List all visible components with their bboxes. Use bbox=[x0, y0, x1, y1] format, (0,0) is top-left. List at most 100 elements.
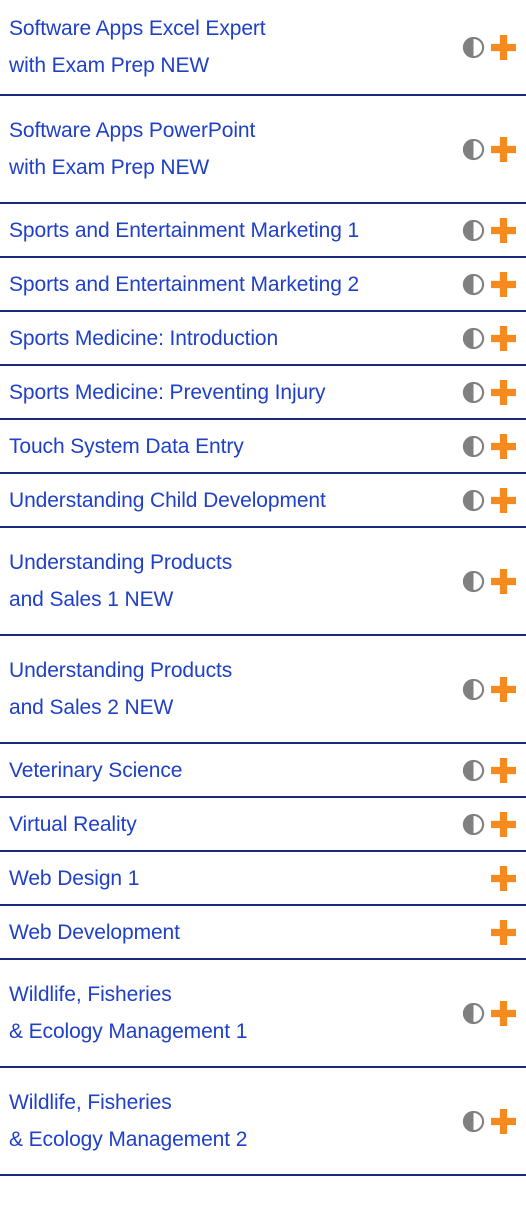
course-title[interactable]: Understanding Products and Sales 2 NEW bbox=[9, 652, 232, 726]
plus-icon[interactable] bbox=[491, 757, 516, 783]
course-actions bbox=[462, 379, 516, 405]
course-actions bbox=[462, 1000, 516, 1026]
course-row-sports-and-entertainment-marketing-1[interactable]: Sports and Entertainment Marketing 1 bbox=[0, 204, 526, 258]
half-circle-icon bbox=[462, 435, 485, 457]
course-title-line: Web Design 1 bbox=[9, 866, 140, 890]
course-row-understanding-child-development[interactable]: Understanding Child Development bbox=[0, 474, 526, 528]
course-title-line: Web Development bbox=[9, 920, 180, 944]
course-title[interactable]: Virtual Reality bbox=[9, 806, 137, 843]
plus-icon[interactable] bbox=[491, 865, 516, 891]
course-title-line: with Exam Prep NEW bbox=[9, 156, 210, 179]
plus-icon[interactable] bbox=[491, 487, 516, 513]
course-list: Software Apps Excel Expert with Exam Prep… bbox=[0, 0, 526, 1176]
course-row-veterinary-science[interactable]: Veterinary Science bbox=[0, 744, 526, 798]
course-title-line: Sports and Entertainment Marketing 1 bbox=[9, 218, 360, 242]
course-title-line: Software Apps PowerPoint bbox=[9, 119, 256, 142]
course-actions bbox=[462, 568, 516, 594]
half-circle-icon bbox=[462, 1002, 485, 1024]
course-title[interactable]: Understanding Child Development bbox=[9, 482, 326, 519]
course-title-line: Sports Medicine: Introduction bbox=[9, 326, 279, 350]
half-circle-icon bbox=[462, 1110, 485, 1132]
course-row-understanding-products-and-sales-1-new[interactable]: Understanding Products and Sales 1 NEW bbox=[0, 528, 526, 636]
course-actions bbox=[462, 433, 516, 459]
course-actions bbox=[462, 34, 516, 60]
plus-icon[interactable] bbox=[491, 1108, 516, 1134]
course-title[interactable]: Sports and Entertainment Marketing 1 bbox=[9, 212, 359, 249]
course-title-line: Wildlife, Fisheries bbox=[9, 1091, 172, 1114]
course-title[interactable]: Sports Medicine: Introduction bbox=[9, 320, 278, 357]
course-row-web-design-1[interactable]: Web Design 1 bbox=[0, 852, 526, 906]
course-actions bbox=[462, 676, 516, 702]
course-actions bbox=[491, 919, 516, 945]
course-title[interactable]: Veterinary Science bbox=[9, 752, 182, 789]
course-actions bbox=[462, 811, 516, 837]
plus-icon[interactable] bbox=[491, 271, 516, 297]
course-title-line: with Exam Prep NEW bbox=[9, 54, 210, 77]
half-circle-icon bbox=[462, 759, 485, 781]
course-title[interactable]: Sports and Entertainment Marketing 2 bbox=[9, 266, 359, 303]
plus-icon[interactable] bbox=[491, 217, 516, 243]
course-row-sports-medicine-introduction[interactable]: Sports Medicine: Introduction bbox=[0, 312, 526, 366]
half-circle-icon bbox=[462, 813, 485, 835]
course-title-line: Veterinary Science bbox=[9, 758, 183, 782]
plus-icon[interactable] bbox=[491, 676, 516, 702]
half-circle-icon bbox=[462, 570, 485, 592]
plus-icon[interactable] bbox=[491, 811, 516, 837]
course-row-software-apps-powerpoint-with-exam-prep-new[interactable]: Software Apps PowerPoint with Exam Prep N… bbox=[0, 96, 526, 204]
course-title-line: Wildlife, Fisheries bbox=[9, 983, 172, 1006]
half-circle-icon bbox=[462, 219, 485, 241]
plus-icon[interactable] bbox=[491, 136, 516, 162]
course-title[interactable]: Web Development bbox=[9, 914, 180, 951]
plus-icon[interactable] bbox=[491, 1000, 516, 1026]
course-title-line: Sports Medicine: Preventing Injury bbox=[9, 380, 326, 404]
half-circle-icon bbox=[462, 273, 485, 295]
plus-icon[interactable] bbox=[491, 433, 516, 459]
course-title[interactable]: Understanding Products and Sales 1 NEW bbox=[9, 544, 232, 618]
course-title-line: Understanding Child Development bbox=[9, 488, 326, 512]
half-circle-icon bbox=[462, 489, 485, 511]
course-actions bbox=[462, 325, 516, 351]
course-title-line: Understanding Products bbox=[9, 659, 233, 682]
course-title[interactable]: Web Design 1 bbox=[9, 860, 139, 897]
course-title-line: Understanding Products bbox=[9, 551, 233, 574]
course-actions bbox=[462, 1108, 516, 1134]
plus-icon[interactable] bbox=[491, 325, 516, 351]
plus-icon[interactable] bbox=[491, 919, 516, 945]
course-title-line: & Ecology Management 2 bbox=[9, 1128, 248, 1151]
course-actions bbox=[462, 487, 516, 513]
course-title[interactable]: Wildlife, Fisheries & Ecology Management … bbox=[9, 1084, 247, 1158]
half-circle-icon bbox=[462, 381, 485, 403]
course-row-understanding-products-and-sales-2-new[interactable]: Understanding Products and Sales 2 NEW bbox=[0, 636, 526, 744]
half-circle-icon bbox=[462, 36, 485, 58]
course-title[interactable]: Sports Medicine: Preventing Injury bbox=[9, 374, 326, 411]
plus-icon[interactable] bbox=[491, 568, 516, 594]
course-title-line: Touch System Data Entry bbox=[9, 434, 244, 458]
course-row-wildlife-fisheries-and-ecology-management-2[interactable]: Wildlife, Fisheries & Ecology Management … bbox=[0, 1068, 526, 1176]
course-title[interactable]: Wildlife, Fisheries & Ecology Management … bbox=[9, 976, 247, 1050]
course-title[interactable]: Software Apps PowerPoint with Exam Prep N… bbox=[9, 112, 255, 186]
course-actions bbox=[462, 136, 516, 162]
course-title-line: and Sales 2 NEW bbox=[9, 696, 174, 719]
course-actions bbox=[462, 757, 516, 783]
course-row-web-development[interactable]: Web Development bbox=[0, 906, 526, 960]
course-row-virtual-reality[interactable]: Virtual Reality bbox=[0, 798, 526, 852]
half-circle-icon bbox=[462, 138, 485, 160]
course-row-sports-medicine-preventing-injury[interactable]: Sports Medicine: Preventing Injury bbox=[0, 366, 526, 420]
half-circle-icon bbox=[462, 678, 485, 700]
course-actions bbox=[491, 865, 516, 891]
course-row-software-apps-excel-expert-with-exam-prep-new[interactable]: Software Apps Excel Expert with Exam Prep… bbox=[0, 0, 526, 96]
course-actions bbox=[462, 271, 516, 297]
course-title-line: & Ecology Management 1 bbox=[9, 1020, 248, 1043]
course-title[interactable]: Touch System Data Entry bbox=[9, 428, 244, 465]
course-title-line: Sports and Entertainment Marketing 2 bbox=[9, 272, 360, 296]
course-title-line: and Sales 1 NEW bbox=[9, 588, 174, 611]
course-title-line: Software Apps Excel Expert bbox=[9, 17, 266, 40]
course-row-touch-system-data-entry[interactable]: Touch System Data Entry bbox=[0, 420, 526, 474]
course-actions bbox=[462, 217, 516, 243]
course-row-sports-and-entertainment-marketing-2[interactable]: Sports and Entertainment Marketing 2 bbox=[0, 258, 526, 312]
plus-icon[interactable] bbox=[491, 34, 516, 60]
course-row-wildlife-fisheries-and-ecology-management-1[interactable]: Wildlife, Fisheries & Ecology Management … bbox=[0, 960, 526, 1068]
course-title-line: Virtual Reality bbox=[9, 812, 137, 836]
course-title[interactable]: Software Apps Excel Expert with Exam Prep… bbox=[9, 10, 266, 84]
plus-icon[interactable] bbox=[491, 379, 516, 405]
